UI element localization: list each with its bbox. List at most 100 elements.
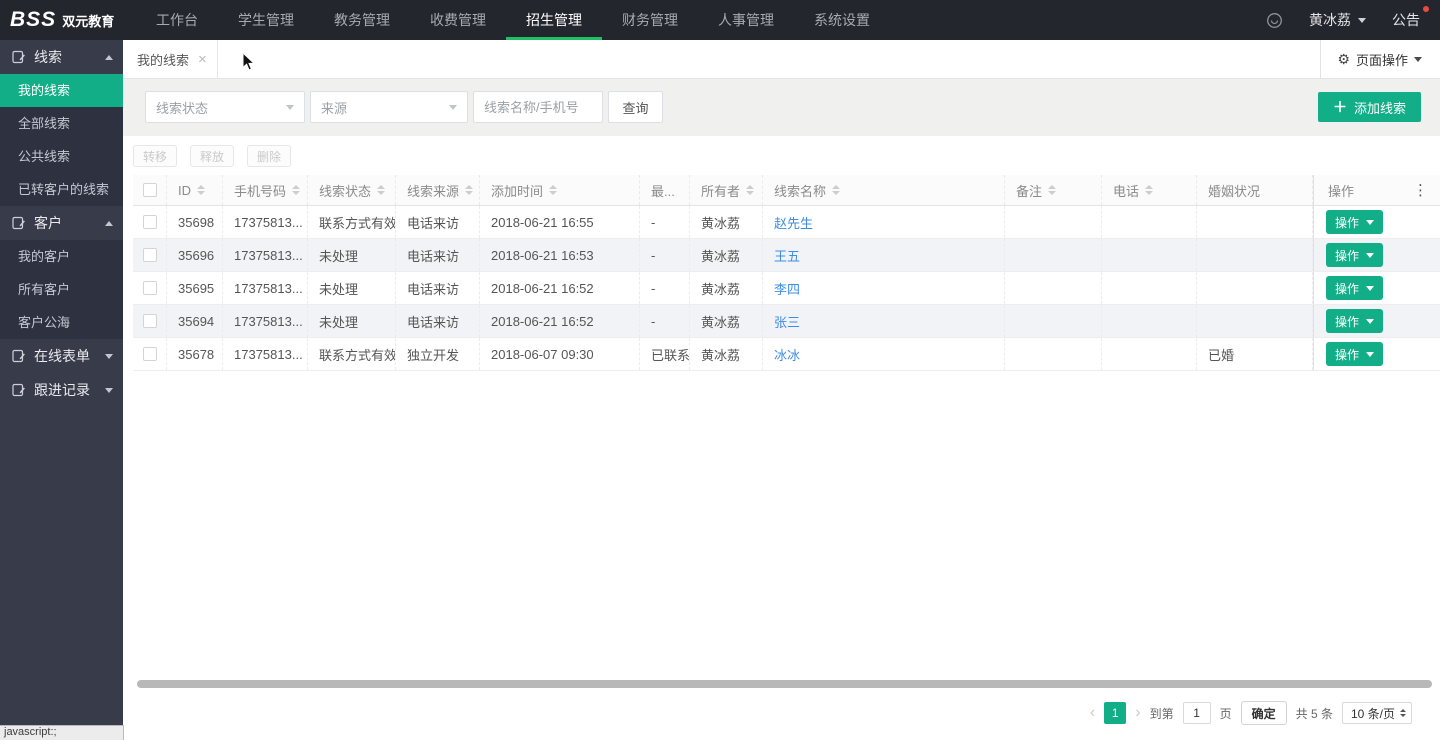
sidebar-group-follow-records[interactable]: 跟进记录 xyxy=(0,373,123,407)
next-page-button[interactable]: › xyxy=(1135,705,1140,721)
cell-added: 2018-06-21 16:53 xyxy=(480,239,640,271)
cell-phone: 17375813... xyxy=(223,206,308,238)
sidebar-group-customers[interactable]: 客户 xyxy=(0,206,123,240)
cell-id: 35695 xyxy=(167,272,223,304)
table-row: 35698 17375813... 联系方式有效 电话来访 2018-06-21 16:… xyxy=(133,206,1440,239)
sidebar-group-leads[interactable]: 线索 xyxy=(0,40,123,74)
add-lead-button[interactable]: ＋ 添加线索 xyxy=(1317,92,1421,122)
column-header[interactable]: 线索状态 xyxy=(308,175,396,205)
bulk-action-button[interactable]: 删除 xyxy=(247,145,292,167)
lead-name-link[interactable]: 王五 xyxy=(774,246,800,265)
row-checkbox[interactable] xyxy=(142,248,157,262)
nav-item[interactable]: 财务管理 xyxy=(602,0,698,40)
sidebar-item[interactable]: 全部线索 xyxy=(0,107,123,140)
lead-name-link[interactable]: 冰冰 xyxy=(774,345,800,364)
column-header-label: 婚姻状况 xyxy=(1208,183,1261,199)
nav-item-label: 教务管理 xyxy=(334,12,390,28)
sidebar-item[interactable]: 所有客户 xyxy=(0,273,123,306)
sidebar-item[interactable]: 我的线索 xyxy=(0,74,123,107)
column-header[interactable]: 线索来源 xyxy=(396,175,480,205)
cell-last: - xyxy=(640,206,690,238)
column-header[interactable]: 线索名称 xyxy=(763,175,1005,205)
column-settings-icon[interactable]: ⋮ xyxy=(1413,181,1428,199)
cell-added: 2018-06-21 16:52 xyxy=(480,272,640,304)
lead-name-link[interactable]: 赵先生 xyxy=(774,213,813,232)
cell-owner: 黄冰荔 xyxy=(690,206,763,238)
nav-item[interactable]: 收费管理 xyxy=(410,0,506,40)
announcement-link[interactable]: 公告 xyxy=(1392,6,1429,30)
sort-icon[interactable] xyxy=(292,185,301,195)
row-action-button[interactable]: 操作 xyxy=(1326,276,1384,300)
sort-icon[interactable] xyxy=(465,185,474,195)
bulk-action-button[interactable]: 转移 xyxy=(133,145,178,167)
sidebar-group-online-forms[interactable]: 在线表单 xyxy=(0,339,123,373)
close-icon[interactable]: × xyxy=(198,52,207,67)
row-checkbox[interactable] xyxy=(142,215,157,229)
column-header[interactable]: 最... xyxy=(640,175,690,205)
horizontal-scrollbar[interactable] xyxy=(133,680,1440,689)
sidebar-item[interactable]: 我的客户 xyxy=(0,240,123,273)
sidebar-item[interactable]: 公共线索 xyxy=(0,140,123,173)
cell-status: 未处理 xyxy=(308,239,396,271)
select-all-cell xyxy=(133,175,167,205)
select-all-checkbox[interactable] xyxy=(142,183,157,197)
bulk-action-button[interactable]: 释放 xyxy=(190,145,235,167)
lead-name-link[interactable]: 李四 xyxy=(774,279,800,298)
row-action-button[interactable]: 操作 xyxy=(1326,210,1384,234)
sort-icon[interactable] xyxy=(197,185,205,195)
user-menu[interactable]: 黄冰荔 xyxy=(1309,10,1366,30)
message-icon[interactable] xyxy=(1266,12,1283,29)
nav-item[interactable]: 人事管理 xyxy=(698,0,794,40)
prev-page-button[interactable]: ‹ xyxy=(1090,705,1095,721)
column-header[interactable]: ID xyxy=(167,175,223,205)
sort-icon[interactable] xyxy=(377,185,386,195)
row-action-button[interactable]: 操作 xyxy=(1326,243,1384,267)
sidebar-item[interactable]: 已转客户的线索 xyxy=(0,173,123,206)
column-header[interactable]: 所有者 xyxy=(690,175,763,205)
checkbox-cell xyxy=(133,206,167,238)
cell-owner: 黄冰荔 xyxy=(690,272,763,304)
nav-item-label: 招生管理 xyxy=(526,12,582,28)
sort-icon[interactable] xyxy=(1145,185,1154,195)
cell-status: 未处理 xyxy=(308,305,396,337)
column-header[interactable]: 备注 xyxy=(1005,175,1102,205)
keyword-input[interactable] xyxy=(473,91,603,123)
sidebar-item[interactable]: 客户公海 xyxy=(0,306,123,339)
sort-icon[interactable] xyxy=(1048,185,1057,195)
status-select[interactable]: 线索状态 xyxy=(145,91,305,123)
nav-item[interactable]: 学生管理 xyxy=(218,0,314,40)
nav-item[interactable]: 招生管理 xyxy=(506,0,602,40)
lead-name-link[interactable]: 张三 xyxy=(774,312,800,331)
scrollbar-thumb[interactable] xyxy=(137,680,1432,688)
column-header[interactable]: 添加时间 xyxy=(480,175,640,205)
page-actions-button[interactable]: ⚙ 页面操作 xyxy=(1320,39,1440,79)
goto-page-input[interactable] xyxy=(1182,702,1211,724)
cell-tel xyxy=(1102,272,1197,304)
cell-name: 王五 xyxy=(763,239,1005,271)
nav-item[interactable]: 系统设置 xyxy=(794,0,890,40)
search-button[interactable]: 查询 xyxy=(608,91,663,123)
row-action-button[interactable]: 操作 xyxy=(1326,309,1384,333)
page-number-button[interactable]: 1 xyxy=(1104,702,1127,724)
confirm-button[interactable]: 确定 xyxy=(1240,701,1287,725)
nav-item[interactable]: 教务管理 xyxy=(314,0,410,40)
sort-icon[interactable] xyxy=(549,185,558,195)
action-cell: 操作 xyxy=(1313,338,1440,370)
column-header[interactable]: 婚姻状况 xyxy=(1197,175,1313,205)
tab-my-leads[interactable]: 我的线索 × xyxy=(123,39,218,79)
page-size-select[interactable]: 10 条/页 xyxy=(1341,702,1412,724)
sort-icon[interactable] xyxy=(746,185,755,195)
cell-owner: 黄冰荔 xyxy=(690,338,763,370)
row-checkbox[interactable] xyxy=(142,281,157,295)
source-select[interactable]: 来源 xyxy=(310,91,468,123)
row-action-button[interactable]: 操作 xyxy=(1326,342,1384,366)
checkbox-cell xyxy=(133,239,167,271)
column-header[interactable]: 手机号码 xyxy=(223,175,308,205)
filter-bar: 线索状态 来源 查询 ＋ 添加线索 xyxy=(123,79,1440,136)
sort-icon[interactable] xyxy=(832,185,841,195)
row-checkbox[interactable] xyxy=(142,314,157,328)
nav-item[interactable]: 工作台 xyxy=(136,0,218,40)
column-header[interactable]: 电话 xyxy=(1102,175,1197,205)
row-checkbox[interactable] xyxy=(142,347,157,361)
cell-added: 2018-06-21 16:55 xyxy=(480,206,640,238)
